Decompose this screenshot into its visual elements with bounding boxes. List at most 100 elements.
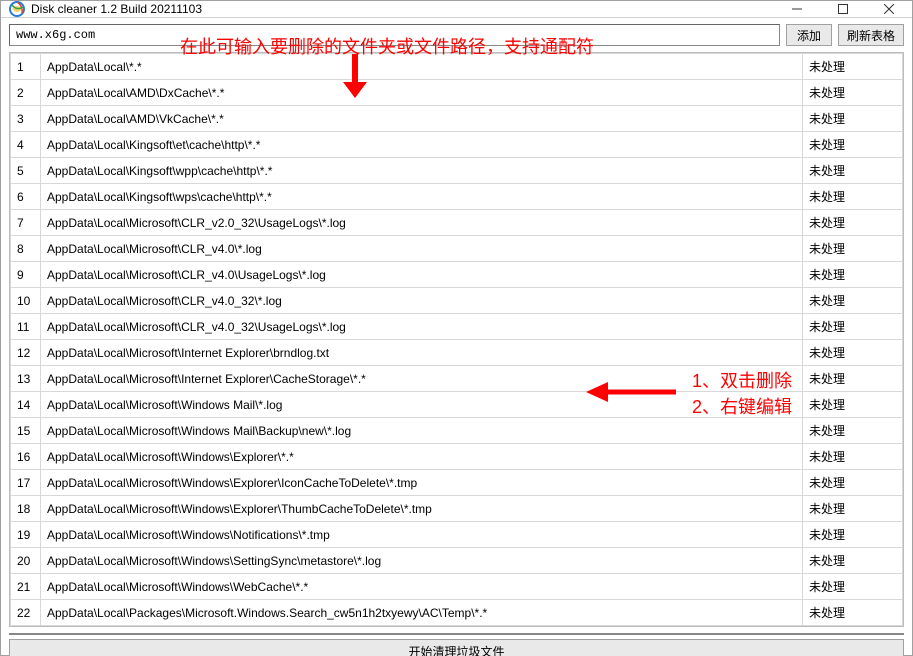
row-index: 7 — [11, 210, 41, 236]
row-path: AppData\Local\Microsoft\Windows\Notifica… — [41, 522, 803, 548]
row-path: AppData\Local\Microsoft\CLR_v4.0\*.log — [41, 236, 803, 262]
table-row[interactable]: 11AppData\Local\Microsoft\CLR_v4.0_32\Us… — [11, 314, 903, 340]
row-index: 22 — [11, 600, 41, 626]
row-path: AppData\Local\Microsoft\Windows\Explorer… — [41, 470, 803, 496]
row-index: 6 — [11, 184, 41, 210]
table-row[interactable]: 1AppData\Local\*.*未处理 — [11, 54, 903, 80]
row-index: 21 — [11, 574, 41, 600]
row-index: 5 — [11, 158, 41, 184]
row-index: 2 — [11, 80, 41, 106]
row-path: AppData\Local\AMD\VkCache\*.* — [41, 106, 803, 132]
row-path: AppData\Local\Microsoft\CLR_v4.0_32\*.lo… — [41, 288, 803, 314]
app-icon — [9, 1, 25, 17]
row-path: AppData\Local\Microsoft\CLR_v2.0_32\Usag… — [41, 210, 803, 236]
table-row[interactable]: 8AppData\Local\Microsoft\CLR_v4.0\*.log未… — [11, 236, 903, 262]
row-index: 19 — [11, 522, 41, 548]
row-path: AppData\Local\AMD\DxCache\*.* — [41, 80, 803, 106]
table-row[interactable]: 20AppData\Local\Microsoft\Windows\Settin… — [11, 548, 903, 574]
row-status: 未处理 — [803, 470, 903, 496]
close-button[interactable] — [866, 1, 912, 17]
row-status: 未处理 — [803, 80, 903, 106]
table-row[interactable]: 3AppData\Local\AMD\VkCache\*.*未处理 — [11, 106, 903, 132]
row-path: AppData\Local\Microsoft\Windows\Explorer… — [41, 496, 803, 522]
row-index: 14 — [11, 392, 41, 418]
row-index: 18 — [11, 496, 41, 522]
row-status: 未处理 — [803, 210, 903, 236]
row-index: 20 — [11, 548, 41, 574]
table-container: 1AppData\Local\*.*未处理2AppData\Local\AMD\… — [9, 52, 904, 627]
window-controls — [774, 1, 912, 17]
row-status: 未处理 — [803, 522, 903, 548]
row-path: AppData\Local\Kingsoft\wpp\cache\http\*.… — [41, 158, 803, 184]
table-row[interactable]: 19AppData\Local\Microsoft\Windows\Notifi… — [11, 522, 903, 548]
add-button[interactable]: 添加 — [786, 24, 832, 46]
row-path: AppData\Local\Kingsoft\wps\cache\http\*.… — [41, 184, 803, 210]
table-row[interactable]: 7AppData\Local\Microsoft\CLR_v2.0_32\Usa… — [11, 210, 903, 236]
row-path: AppData\Local\Microsoft\Internet Explore… — [41, 366, 803, 392]
maximize-button[interactable] — [820, 1, 866, 17]
row-status: 未处理 — [803, 314, 903, 340]
row-index: 12 — [11, 340, 41, 366]
table-row[interactable]: 18AppData\Local\Microsoft\Windows\Explor… — [11, 496, 903, 522]
table-row[interactable]: 13AppData\Local\Microsoft\Internet Explo… — [11, 366, 903, 392]
row-index: 8 — [11, 236, 41, 262]
table-row[interactable]: 12AppData\Local\Microsoft\Internet Explo… — [11, 340, 903, 366]
row-index: 15 — [11, 418, 41, 444]
row-index: 10 — [11, 288, 41, 314]
table-row[interactable]: 16AppData\Local\Microsoft\Windows\Explor… — [11, 444, 903, 470]
row-status: 未处理 — [803, 288, 903, 314]
row-status: 未处理 — [803, 574, 903, 600]
row-path: AppData\Local\Microsoft\Windows Mail\Bac… — [41, 418, 803, 444]
toolbar: 添加 刷新表格 — [1, 18, 912, 52]
row-path: AppData\Local\Kingsoft\et\cache\http\*.* — [41, 132, 803, 158]
table-row[interactable]: 10AppData\Local\Microsoft\CLR_v4.0_32\*.… — [11, 288, 903, 314]
row-status: 未处理 — [803, 184, 903, 210]
table-row[interactable]: 5AppData\Local\Kingsoft\wpp\cache\http\*… — [11, 158, 903, 184]
row-index: 16 — [11, 444, 41, 470]
row-path: AppData\Local\Microsoft\Windows\Explorer… — [41, 444, 803, 470]
row-status: 未处理 — [803, 496, 903, 522]
row-path: AppData\Local\Microsoft\Internet Explore… — [41, 340, 803, 366]
refresh-button[interactable]: 刷新表格 — [838, 24, 904, 46]
row-status: 未处理 — [803, 548, 903, 574]
row-path: AppData\Local\Microsoft\Windows\WebCache… — [41, 574, 803, 600]
row-status: 未处理 — [803, 54, 903, 80]
row-status: 未处理 — [803, 236, 903, 262]
row-index: 4 — [11, 132, 41, 158]
table-row[interactable]: 21AppData\Local\Microsoft\Windows\WebCac… — [11, 574, 903, 600]
row-status: 未处理 — [803, 600, 903, 626]
paths-table: 1AppData\Local\*.*未处理2AppData\Local\AMD\… — [10, 53, 903, 626]
row-path: AppData\Local\Microsoft\CLR_v4.0_32\Usag… — [41, 314, 803, 340]
table-row[interactable]: 9AppData\Local\Microsoft\CLR_v4.0\UsageL… — [11, 262, 903, 288]
minimize-button[interactable] — [774, 1, 820, 17]
row-index: 9 — [11, 262, 41, 288]
row-index: 3 — [11, 106, 41, 132]
table-row[interactable]: 6AppData\Local\Kingsoft\wps\cache\http\*… — [11, 184, 903, 210]
row-status: 未处理 — [803, 106, 903, 132]
bottom-bar: 开始清理垃圾文件 — [1, 637, 912, 656]
row-path: AppData\Local\Packages\Microsoft.Windows… — [41, 600, 803, 626]
table-row[interactable]: 17AppData\Local\Microsoft\Windows\Explor… — [11, 470, 903, 496]
row-status: 未处理 — [803, 262, 903, 288]
row-status: 未处理 — [803, 418, 903, 444]
row-path: AppData\Local\Microsoft\Windows Mail\*.l… — [41, 392, 803, 418]
table-row[interactable]: 4AppData\Local\Kingsoft\et\cache\http\*.… — [11, 132, 903, 158]
row-status: 未处理 — [803, 392, 903, 418]
table-row[interactable]: 15AppData\Local\Microsoft\Windows Mail\B… — [11, 418, 903, 444]
row-status: 未处理 — [803, 158, 903, 184]
row-index: 13 — [11, 366, 41, 392]
progress-bar — [9, 633, 904, 635]
row-status: 未处理 — [803, 366, 903, 392]
row-index: 1 — [11, 54, 41, 80]
row-path: AppData\Local\*.* — [41, 54, 803, 80]
titlebar: Disk cleaner 1.2 Build 20211103 — [1, 1, 912, 18]
table-row[interactable]: 22AppData\Local\Packages\Microsoft.Windo… — [11, 600, 903, 626]
table-row[interactable]: 2AppData\Local\AMD\DxCache\*.*未处理 — [11, 80, 903, 106]
path-input[interactable] — [9, 24, 780, 46]
app-window: Disk cleaner 1.2 Build 20211103 添加 刷新表格 — [0, 0, 913, 656]
row-index: 17 — [11, 470, 41, 496]
row-status: 未处理 — [803, 132, 903, 158]
table-row[interactable]: 14AppData\Local\Microsoft\Windows Mail\*… — [11, 392, 903, 418]
table-scroll[interactable]: 1AppData\Local\*.*未处理2AppData\Local\AMD\… — [10, 53, 903, 626]
start-clean-button[interactable]: 开始清理垃圾文件 — [9, 639, 904, 656]
